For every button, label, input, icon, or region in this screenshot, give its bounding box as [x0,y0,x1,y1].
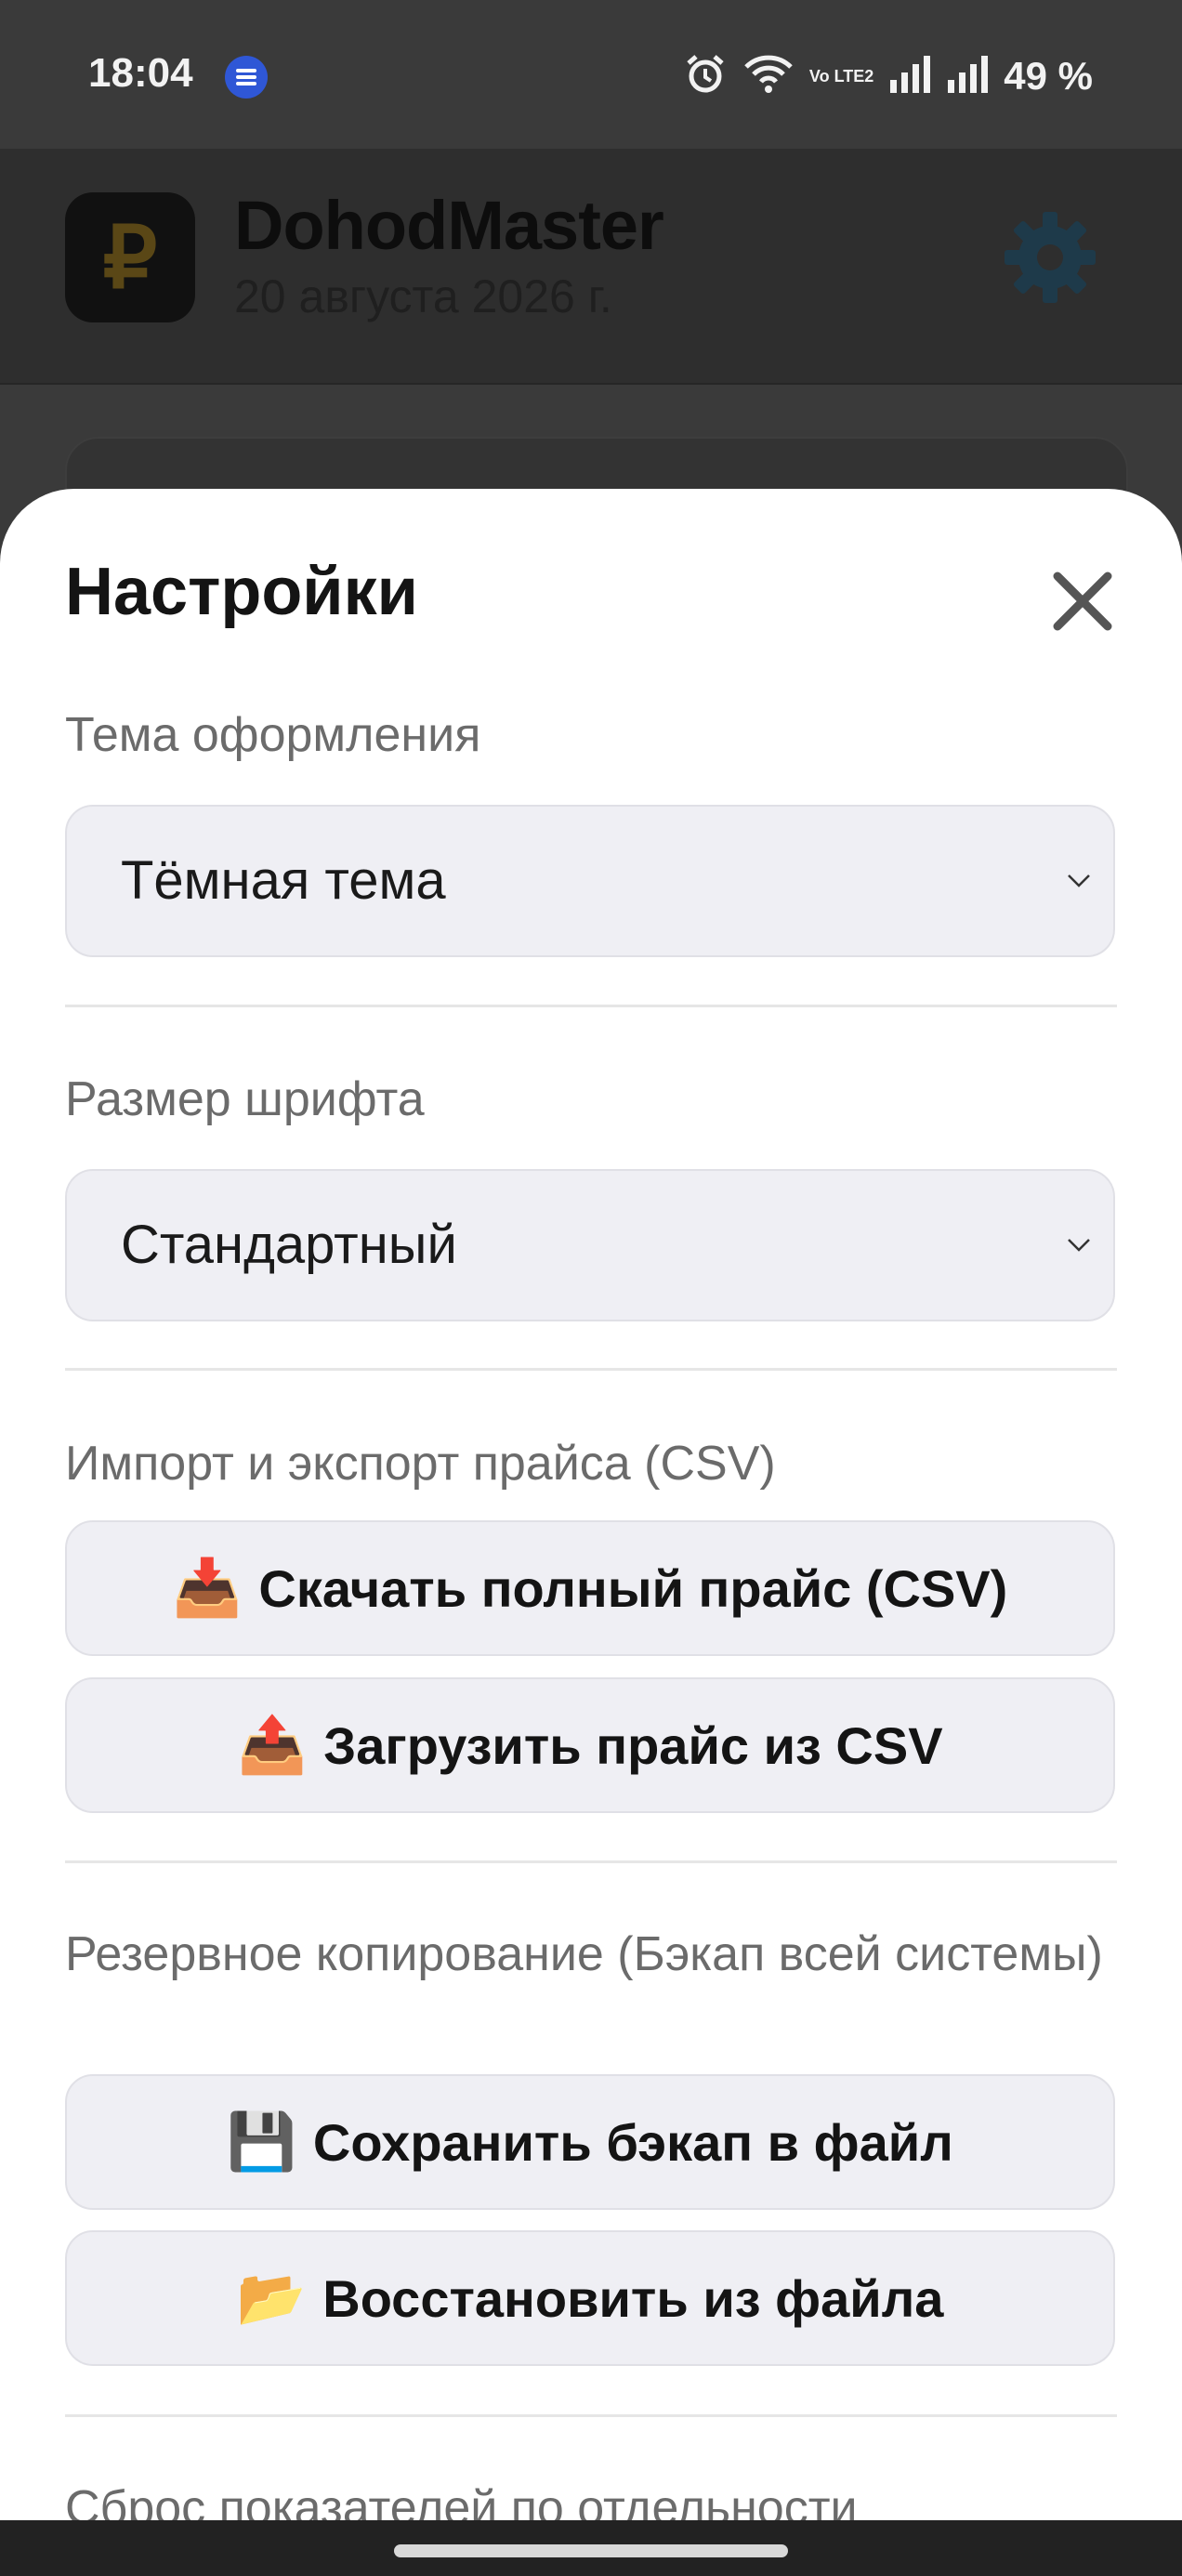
divider [65,1005,1117,1007]
status-bar: 18:04 Vo LTE2 49 % [0,0,1182,149]
theme-label: Тема оформления [65,708,481,762]
theme-select-value: Тёмная тема [121,850,446,911]
theme-select[interactable]: Тёмная тема [65,805,1115,957]
upload-price-csv-button[interactable]: 📤 Загрузить прайс из CSV [65,1677,1115,1813]
font-size-select-value: Стандартный [121,1215,457,1275]
app-logo: ₽ [65,192,195,322]
status-icons: Vo LTE2 49 % [683,48,1093,104]
csv-section-label: Импорт и экспорт прайса (CSV) [65,1437,776,1491]
close-icon [1053,572,1112,631]
alarm-icon [683,52,728,100]
outbox-tray-icon: 📤 [237,1714,308,1776]
close-button[interactable] [1044,563,1121,639]
battery-level: 49 % [1004,54,1093,98]
messenger-icon [225,56,268,99]
signal-icon [946,54,989,99]
inbox-tray-icon: 📥 [172,1557,243,1619]
save-backup-button[interactable]: 💾 Сохранить бэкап в файл [65,2074,1115,2210]
backup-section-label: Резервное копирование (Бэкап всей систем… [65,1927,1103,1981]
download-price-csv-button[interactable]: 📥 Скачать полный прайс (CSV) [65,1520,1115,1656]
settings-sheet: Настройки Тема оформления Тёмная тема Ра… [0,489,1182,2576]
floppy-disk-icon: 💾 [227,2110,296,2173]
save-backup-label: Сохранить бэкап в файл [312,2112,953,2172]
settings-title: Настройки [65,555,418,629]
font-size-select[interactable]: Стандартный [65,1169,1115,1321]
gear-icon[interactable] [999,206,1101,309]
chevron-down-icon [1068,1239,1090,1252]
divider [65,1368,1117,1371]
app-date: 20 августа 2026 г. [234,270,612,322]
font-size-label: Размер шрифта [65,1072,425,1126]
divider [65,2414,1117,2417]
app-header: ₽ DohodMaster 20 августа 2026 г. [0,149,1182,385]
app-title: DohodMaster [234,187,664,264]
status-time: 18:04 [88,50,193,96]
download-price-csv-label: Скачать полный прайс (CSV) [258,1558,1008,1618]
upload-price-csv-label: Загрузить прайс из CSV [323,1715,943,1775]
chevron-down-icon [1068,874,1090,887]
home-gesture-handle[interactable] [394,2544,788,2557]
restore-backup-label: Восстановить из файла [322,2268,944,2328]
restore-backup-button[interactable]: 📂 Восстановить из файла [65,2230,1115,2366]
signal-icon [888,54,931,99]
divider [65,1860,1117,1863]
volte-icon: Vo LTE2 [808,67,874,85]
wifi-icon [742,54,795,99]
open-folder-icon: 📂 [236,2267,307,2329]
